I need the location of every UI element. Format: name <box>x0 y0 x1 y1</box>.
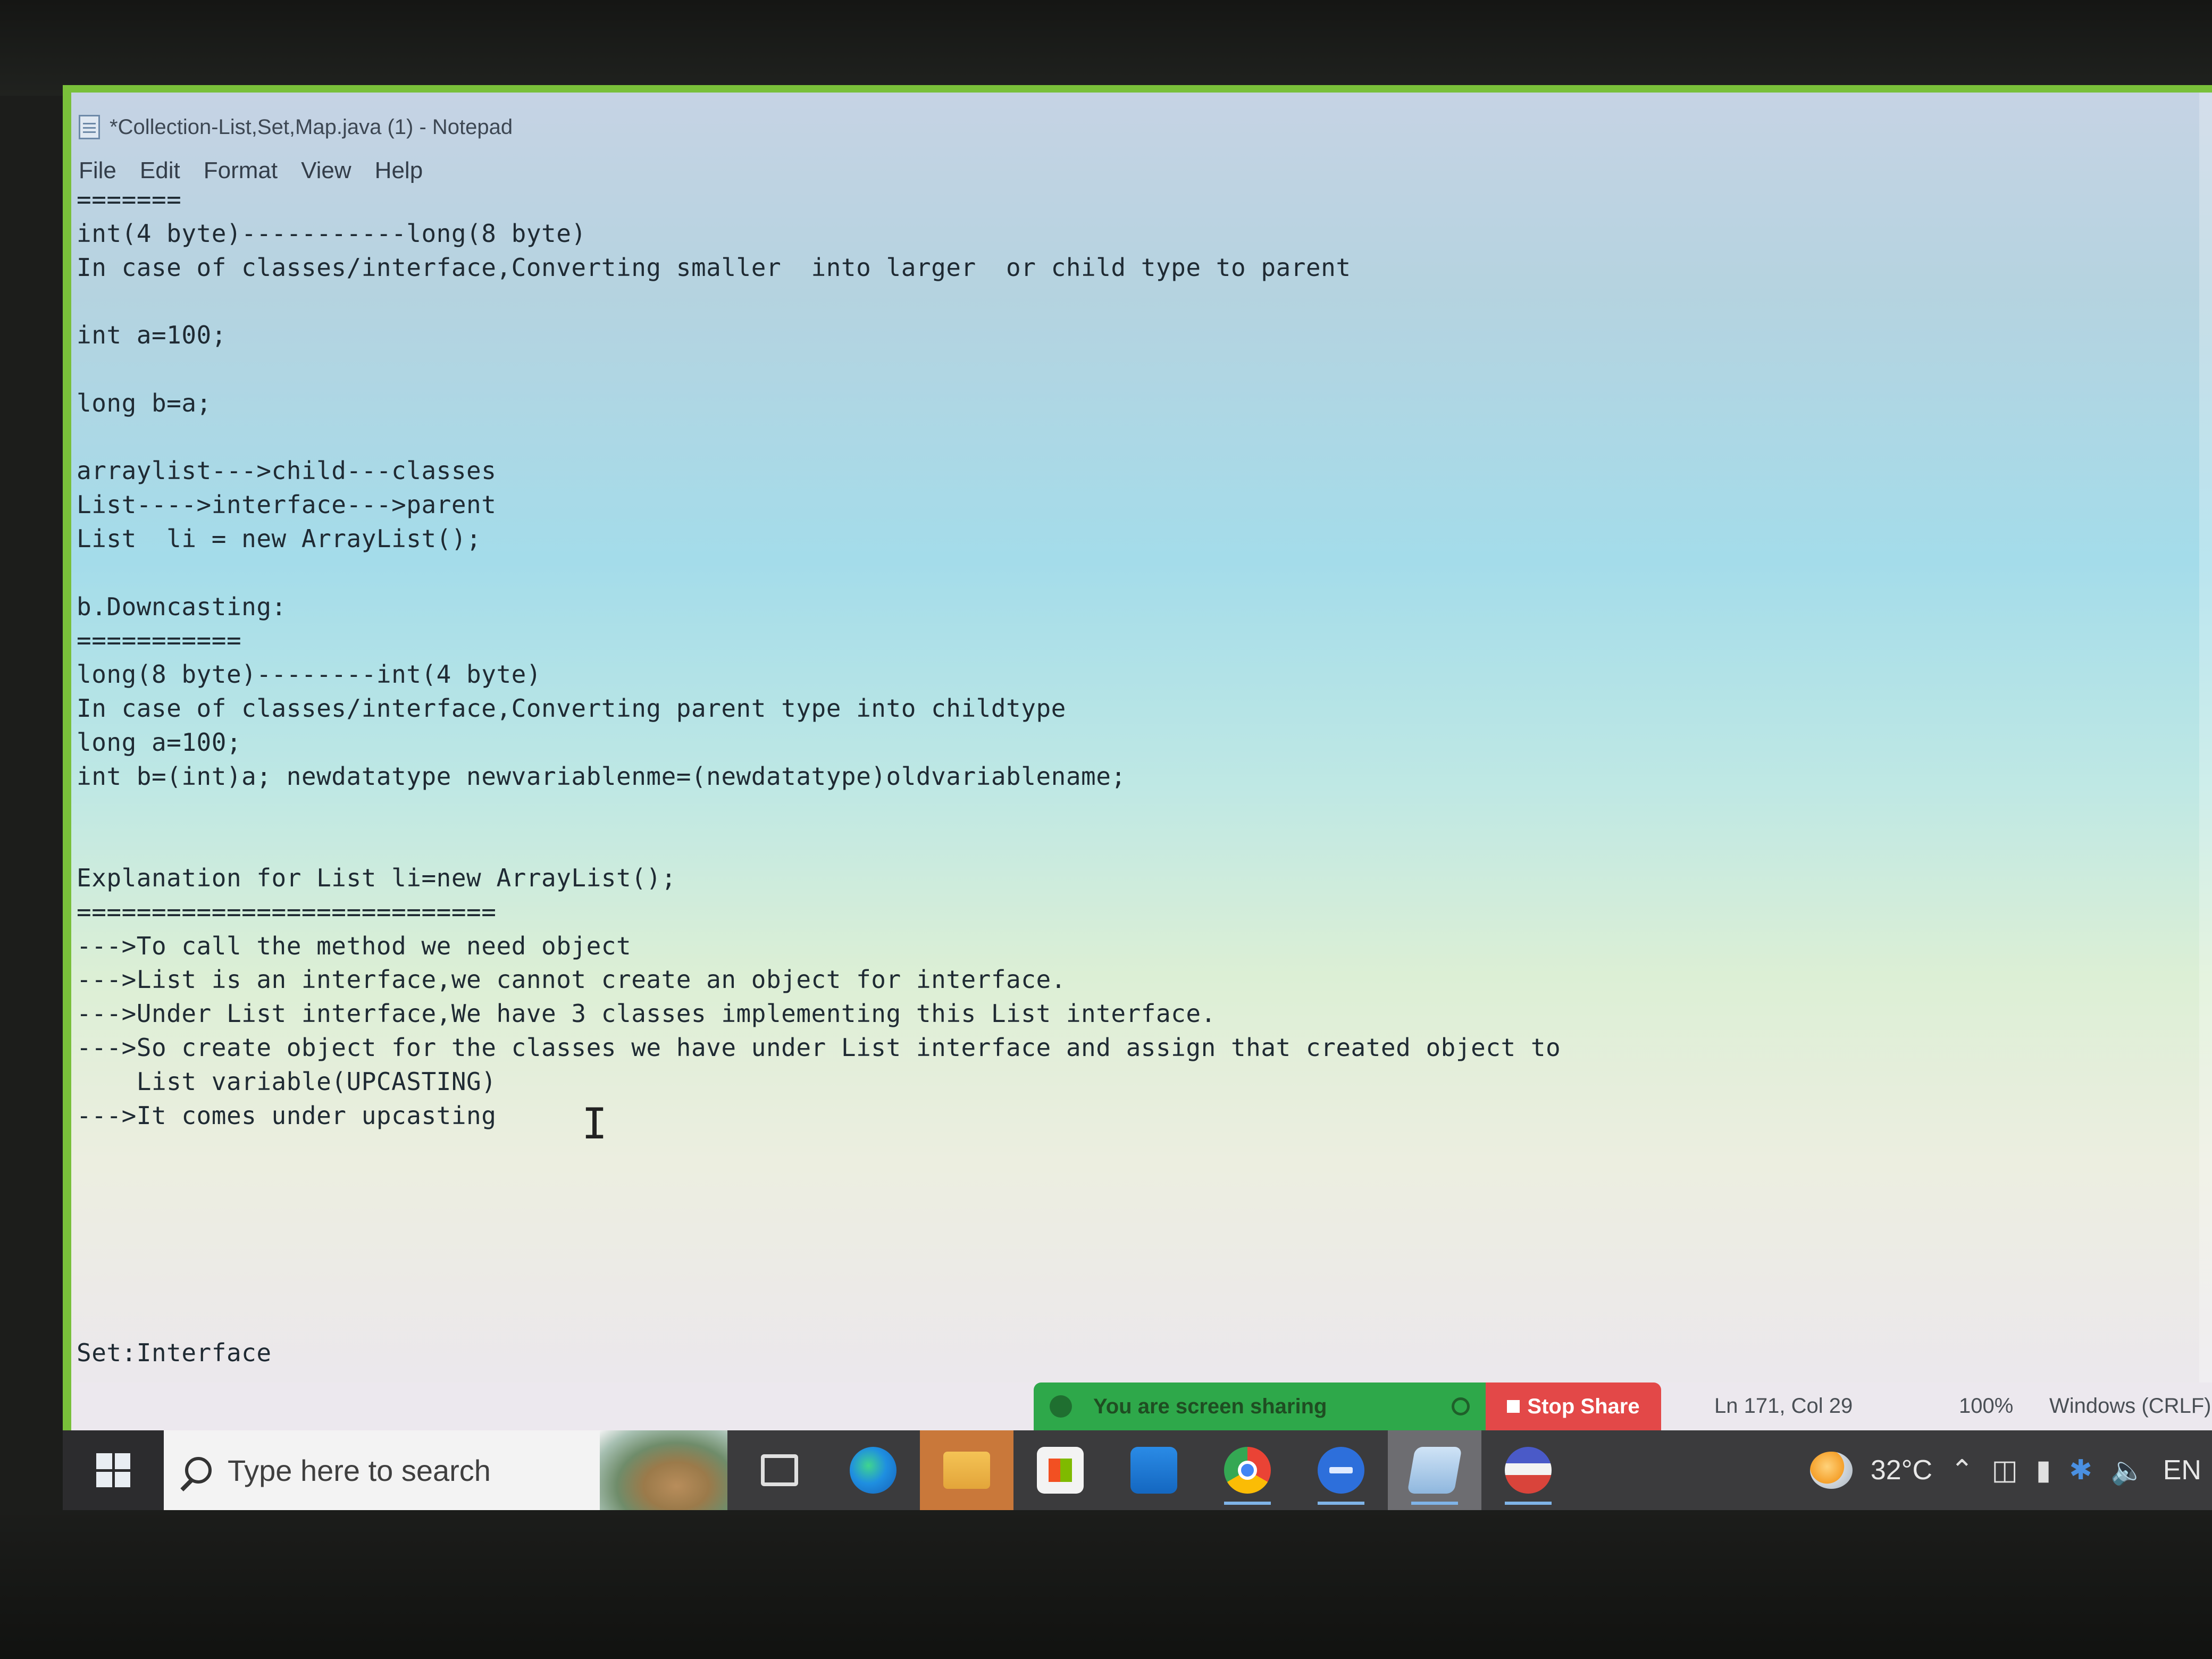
mail-icon <box>1130 1447 1177 1494</box>
store-button[interactable] <box>1013 1430 1107 1510</box>
windows-logo-icon <box>96 1453 130 1487</box>
screen-sharing-bar: You are screen sharing <box>1034 1382 1486 1430</box>
weather-icon[interactable] <box>1809 1452 1853 1489</box>
editor-line: --->To call the method we need object <box>77 931 632 960</box>
editor-line: int(4 byte)-----------long(8 byte) <box>77 219 586 248</box>
edge-icon <box>850 1447 896 1494</box>
usb-icon[interactable]: ▮ <box>2036 1454 2051 1486</box>
projected-screen: *Collection-List,Set,Map.java (1) - Note… <box>63 85 2212 1510</box>
notepad-taskbar-button[interactable] <box>1388 1430 1481 1510</box>
stop-icon <box>1507 1400 1520 1413</box>
task-view-icon <box>761 1454 798 1486</box>
system-tray: 32°C ⌃ ◫ ▮ ✱ 🔈 EN <box>1809 1430 2212 1510</box>
editor-line: Explanation for List li=new ArrayList(); <box>77 863 676 892</box>
editor-line: arraylist--->child---classes <box>77 456 497 485</box>
zoom-button[interactable] <box>1294 1430 1388 1510</box>
text-editor[interactable]: ======= int(4 byte)-----------long(8 byte… <box>77 183 2191 1370</box>
stop-share-button[interactable]: Stop Share <box>1486 1382 1661 1430</box>
editor-line: Set:Interface <box>77 1338 272 1368</box>
edge-button[interactable] <box>826 1430 920 1510</box>
pin-icon[interactable] <box>1452 1397 1470 1415</box>
notepad-app-icon <box>1407 1447 1462 1494</box>
editor-line: int b=(int)a; newdatatype newvariablenme… <box>77 761 1126 791</box>
editor-line: int a=100; <box>77 321 227 350</box>
language-indicator[interactable]: EN <box>2163 1454 2201 1486</box>
zoom-icon <box>1318 1447 1364 1494</box>
taskbar-search[interactable]: Type here to search <box>164 1430 727 1510</box>
menu-help[interactable]: Help <box>375 157 423 184</box>
menu-format[interactable]: Format <box>204 157 278 184</box>
file-explorer-button[interactable] <box>920 1430 1013 1510</box>
stop-share-label: Stop Share <box>1527 1394 1640 1418</box>
cursor-position: Ln 171, Col 29 <box>1714 1394 1853 1418</box>
editor-line: In case of classes/interface,Converting … <box>77 693 1066 723</box>
background-top <box>0 0 2212 96</box>
weather-temperature[interactable]: 32°C <box>1871 1454 1932 1486</box>
app-icon <box>1505 1447 1552 1494</box>
editor-line: --->It comes under upcasting <box>77 1101 497 1130</box>
search-highlight-image <box>600 1430 727 1510</box>
editor-line: ======= <box>77 185 182 214</box>
background-bottom <box>0 1510 2212 1659</box>
ibeam-cursor-icon: I <box>582 1099 608 1149</box>
scrollbar[interactable] <box>2199 93 2212 1438</box>
chevron-up-icon[interactable]: ⌃ <box>1950 1454 1974 1486</box>
taskbar-apps <box>733 1430 1575 1510</box>
editor-line: b.Downcasting: <box>77 592 287 621</box>
editor-line: --->List is an interface,we cannot creat… <box>77 965 1066 994</box>
mail-button[interactable] <box>1107 1430 1201 1510</box>
editor-line: --->So create object for the classes we … <box>77 1033 1561 1062</box>
taskbar: Type here to search 32°C ⌃ ◫ ▮ ✱ 🔈 EN <box>63 1430 2212 1510</box>
menu-file[interactable]: File <box>79 157 116 184</box>
editor-line: long a=100; <box>77 727 242 757</box>
notepad-window: *Collection-List,Set,Map.java (1) - Note… <box>63 85 2212 1438</box>
editor-line: List li = new ArrayList(); <box>77 524 482 553</box>
editor-line: long b=a; <box>77 388 212 417</box>
editor-line: In case of classes/interface,Converting … <box>77 253 1351 282</box>
line-ending: Windows (CRLF) <box>2049 1394 2211 1418</box>
editor-line: ============================ <box>77 897 497 926</box>
search-placeholder: Type here to search <box>228 1453 491 1487</box>
editor-line: --->Under List interface,We have 3 class… <box>77 999 1216 1028</box>
store-icon <box>1037 1447 1084 1494</box>
zoom-level: 100% <box>1959 1394 2014 1418</box>
search-icon <box>185 1457 212 1484</box>
editor-line: =========== <box>77 626 242 655</box>
editor-line: List variable(UPCASTING) <box>77 1067 497 1096</box>
status-bar: You are screen sharing Stop Share Ln 171… <box>63 1382 2212 1430</box>
app-button[interactable] <box>1481 1430 1575 1510</box>
title-bar: *Collection-List,Set,Map.java (1) - Note… <box>79 108 513 146</box>
network-icon[interactable]: ◫ <box>1992 1454 2018 1486</box>
editor-line: long(8 byte)--------int(4 byte) <box>77 660 542 689</box>
chrome-button[interactable] <box>1201 1430 1294 1510</box>
screen-sharing-text: You are screen sharing <box>1093 1394 1327 1418</box>
menu-view[interactable]: View <box>301 157 351 184</box>
volume-icon[interactable]: 🔈 <box>2110 1454 2145 1487</box>
window-title: *Collection-List,Set,Map.java (1) - Note… <box>110 115 513 139</box>
folder-icon <box>943 1452 990 1489</box>
bluetooth-icon[interactable]: ✱ <box>2069 1454 2092 1486</box>
share-status-icon <box>1050 1395 1072 1418</box>
start-button[interactable] <box>63 1430 164 1510</box>
chrome-icon <box>1224 1447 1271 1494</box>
notepad-icon <box>79 115 100 139</box>
menu-edit[interactable]: Edit <box>140 157 180 184</box>
editor-line: List---->interface--->parent <box>77 490 497 520</box>
task-view-button[interactable] <box>733 1430 826 1510</box>
